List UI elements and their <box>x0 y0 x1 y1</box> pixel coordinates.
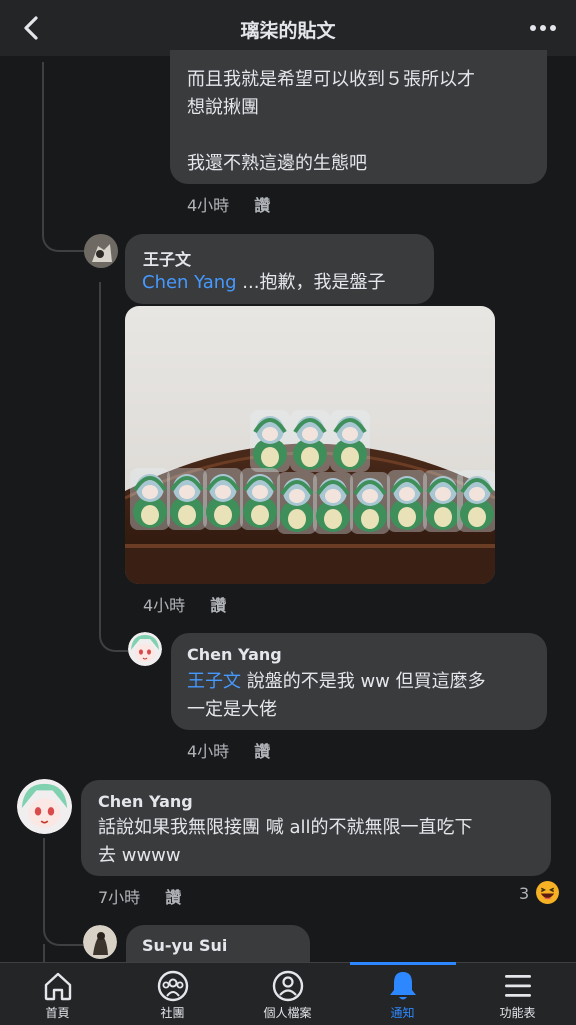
bell-icon <box>389 972 416 1000</box>
plush-toy <box>277 472 317 534</box>
comment-time: 7小時 <box>98 888 141 907</box>
comment-text: 想說揪團 <box>187 97 259 118</box>
comment-time: 4小時 <box>143 596 186 615</box>
plush-toy <box>250 410 290 472</box>
thread-line <box>43 838 83 946</box>
more-options-icon[interactable] <box>528 20 558 36</box>
avatar-image <box>83 925 117 959</box>
comment-bubble[interactable]: 王子文 Chen Yang ...抱歉，我是盤子 <box>125 234 434 304</box>
nav-notifications[interactable]: 通知 <box>345 963 460 1025</box>
nav-label: 通知 <box>390 1006 415 1020</box>
comment-author[interactable]: Chen Yang <box>98 792 193 811</box>
plush-toy <box>330 410 370 472</box>
nav-home[interactable]: 首頁 <box>0 963 115 1025</box>
menu-icon <box>504 975 531 997</box>
comment-text: 去 wwww <box>98 845 181 866</box>
like-button[interactable]: 讚 <box>210 596 226 615</box>
like-button[interactable]: 讚 <box>254 196 270 215</box>
comment-text-body: ...抱歉，我是盤子 <box>236 272 386 293</box>
page-title: 璃柒的貼文 <box>240 20 336 42</box>
comment-text: Chen Yang ...抱歉，我是盤子 <box>142 269 385 297</box>
avatar[interactable] <box>128 632 162 666</box>
comment-author[interactable]: Su-yu Sui <box>142 936 227 955</box>
thread-line <box>43 944 45 964</box>
anime-avatar-image <box>128 632 162 666</box>
plush-toy <box>290 410 330 472</box>
reaction-count: 3 <box>519 884 530 903</box>
groups-icon <box>157 970 188 1002</box>
comment-bubble[interactable]: Chen Yang 王子文 說盤的不是我 ww 但買這麼多 一定是大佬 <box>171 633 547 730</box>
plush-toy <box>167 468 207 530</box>
avatar[interactable] <box>17 779 72 834</box>
profile-icon <box>272 970 303 1002</box>
comment-text: 王子文 說盤的不是我 ww 但買這麼多 <box>187 668 486 696</box>
thread-line <box>42 62 84 252</box>
comment-text-body: 說盤的不是我 ww 但買這麼多 <box>241 671 486 692</box>
comment-text: 一定是大佬 <box>187 699 277 720</box>
like-button[interactable]: 讚 <box>165 888 181 907</box>
comment-meta: 4小時 讚 <box>187 738 270 762</box>
bottom-nav: 首頁 社團 個人檔案 通知 功能表 <box>0 962 576 1025</box>
anime-avatar-image <box>17 779 72 834</box>
plush-toy <box>387 470 427 532</box>
nav-profile[interactable]: 個人檔案 <box>230 963 345 1025</box>
like-button[interactable]: 讚 <box>254 742 270 761</box>
nav-menu[interactable]: 功能表 <box>460 963 575 1025</box>
mention-link[interactable]: 王子文 <box>187 671 241 692</box>
nav-label: 功能表 <box>499 1006 536 1020</box>
comment-time: 4小時 <box>187 742 230 761</box>
active-tab-indicator <box>350 962 456 965</box>
nav-groups[interactable]: 社團 <box>115 963 230 1025</box>
comment-author[interactable]: 王子文 <box>143 246 191 270</box>
plush-toy <box>313 472 353 534</box>
comment-bubble[interactable]: 而且我就是希望可以收到５張所以才 想說揪團 我還不熟這邊的生態吧 <box>170 50 547 184</box>
top-bar: 璃柒的貼文 <box>0 0 576 56</box>
plush-toy <box>350 472 390 534</box>
plush-toy <box>130 468 170 530</box>
plush-toys-photo <box>125 306 495 584</box>
comment-photo[interactable] <box>125 306 495 584</box>
avatar[interactable] <box>84 234 118 268</box>
comment-text: 而且我就是希望可以收到５張所以才 <box>187 69 475 90</box>
nav-label: 社團 <box>160 1006 185 1020</box>
comment-text: 話說如果我無限接團 喊 all的不就無限一直吃下 <box>98 817 473 838</box>
avatar[interactable] <box>83 925 117 959</box>
plush-toy <box>203 468 243 530</box>
mention-link[interactable]: Chen Yang <box>142 272 237 293</box>
plush-toy <box>457 470 495 532</box>
comment-meta: 4小時 讚 <box>143 592 226 616</box>
home-icon <box>44 972 71 1001</box>
plush-toy <box>240 468 280 530</box>
comment-time: 4小時 <box>187 196 230 215</box>
comment-meta: 7小時 讚 <box>98 884 181 908</box>
haha-emoji-icon <box>536 881 559 904</box>
comment-author[interactable]: Chen Yang <box>187 645 282 664</box>
comment-text: 我還不熟這邊的生態吧 <box>187 153 367 174</box>
comment-meta: 4小時 讚 <box>187 192 270 216</box>
avatar-image <box>84 234 118 268</box>
nav-label: 個人檔案 <box>263 1006 312 1020</box>
nav-label: 首頁 <box>45 1006 70 1020</box>
comment-bubble[interactable]: Chen Yang 話說如果我無限接團 喊 all的不就無限一直吃下 去 www… <box>81 780 551 876</box>
